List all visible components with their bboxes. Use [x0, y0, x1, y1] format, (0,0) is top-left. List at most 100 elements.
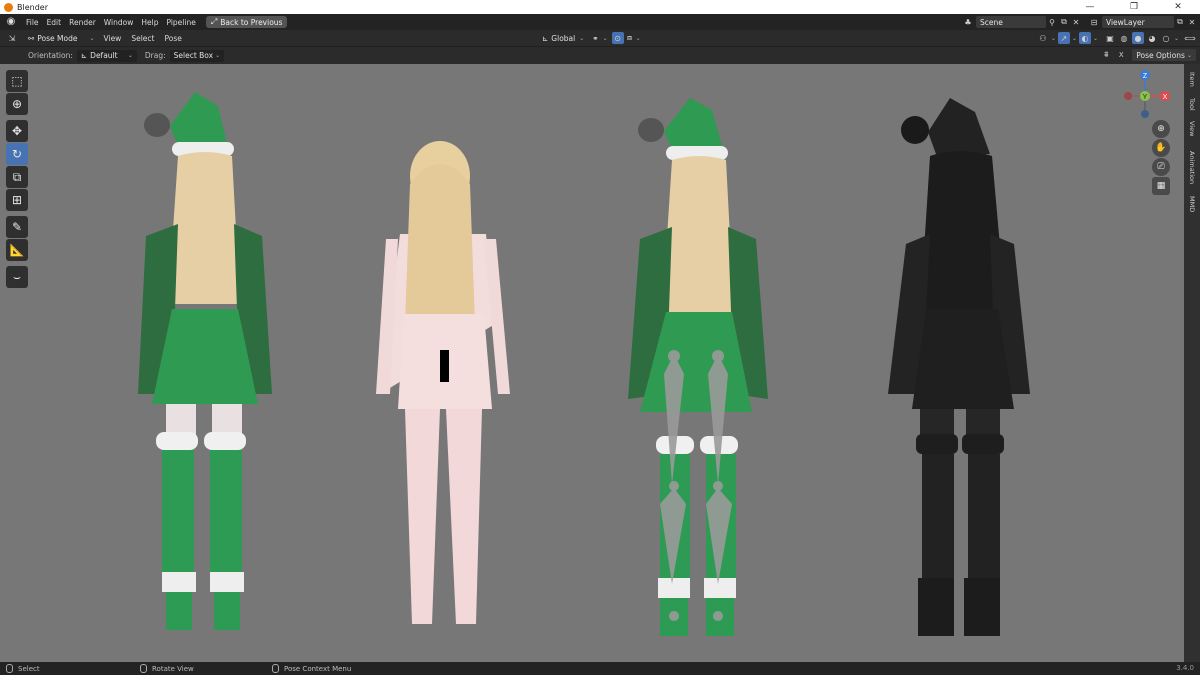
status-context-label: Pose Context Menu [284, 664, 352, 673]
elf-costume-render [138, 92, 272, 630]
material-shading-icon[interactable]: ◕ [1146, 32, 1158, 44]
menu-window[interactable]: Window [100, 18, 138, 27]
menu-file[interactable]: File [22, 18, 43, 27]
pose-options-label: Pose Options [1136, 50, 1185, 60]
transform-tool-icon[interactable]: ⊞ [6, 189, 28, 211]
orientation-global: Global [551, 33, 576, 43]
gizmo-toggle-icon[interactable]: ↗ [1057, 32, 1070, 44]
wireframe-shading-icon[interactable]: ◍ [1118, 32, 1130, 44]
cursor-tool-icon[interactable]: ⊕ [6, 93, 28, 115]
chevron-down-icon: ⌄ [127, 52, 133, 59]
new-scene-icon[interactable]: ⧉ [1058, 16, 1070, 28]
chevron-down-icon: ⌄ [579, 34, 585, 42]
menu-help[interactable]: Help [137, 18, 162, 27]
menu-view[interactable]: View [99, 34, 127, 43]
tab-animation[interactable]: Animation [1186, 148, 1198, 188]
pivot-dropdown[interactable]: ⚭ ⌄ [588, 32, 611, 44]
expand-area-icon[interactable]: ⟺ [1184, 32, 1196, 44]
transform-orientation-dropdown[interactable]: ⊾ Global ⌄ [538, 32, 588, 44]
base-body-render [376, 141, 510, 624]
back-to-previous-label: Back to Previous [220, 17, 283, 27]
mirror-icon[interactable]: ⩩ [1100, 49, 1112, 61]
scale-tool-icon[interactable]: ⧉ [6, 166, 28, 188]
drag-label: Drag: [144, 51, 166, 60]
view-layer-name: ViewLayer [1106, 17, 1145, 27]
axis-icon: ⊾ [542, 33, 549, 43]
scene-field[interactable]: Scene [976, 16, 1046, 28]
tab-view[interactable]: View [1186, 118, 1198, 140]
delete-view-layer-icon[interactable]: ✕ [1186, 16, 1198, 28]
elf-wireframe-render [888, 98, 1030, 636]
tool-settings-bar: Orientation: ⊾ Default ⌄ Drag: Select Bo… [0, 47, 1200, 64]
tab-item[interactable]: Item [1186, 68, 1198, 90]
orientation-value: Default [90, 51, 118, 60]
view-layer-field[interactable]: ViewLayer [1102, 16, 1174, 28]
chevron-down-icon: ⌄ [89, 34, 95, 42]
3d-viewport[interactable]: ⬚ ⊕ ✥ ↻ ⧉ ⊞ ✎ 📐 ⌣ Z Y X ⊕ ✋ ⎚ ▦ [0, 64, 1184, 662]
select-box-tool-icon[interactable]: ⬚ [6, 70, 28, 92]
drag-dropdown[interactable]: Select Box ⌄ [169, 49, 225, 62]
drag-value: Select Box [173, 51, 214, 60]
blender-app-icon [4, 2, 13, 12]
chevron-down-icon: ⌄ [215, 52, 221, 59]
minimize-icon[interactable]: — [1068, 0, 1112, 14]
orientation-label: Orientation: [28, 51, 73, 60]
pose-mode-icon: ⚯ [28, 33, 35, 43]
orientation-dropdown[interactable]: ⊾ Default ⌄ [76, 49, 137, 62]
tab-tool[interactable]: Tool [1186, 94, 1198, 114]
solid-shading-icon[interactable]: ● [1131, 32, 1144, 44]
gizmo-x-label: X [1163, 94, 1168, 101]
rotate-tool-icon[interactable]: ↻ [6, 143, 28, 165]
overlay-toggle-icon[interactable]: ◐ [1078, 32, 1091, 44]
menu-select[interactable]: Select [126, 34, 159, 43]
delete-scene-icon[interactable]: ✕ [1070, 16, 1082, 28]
menu-pose[interactable]: Pose [159, 34, 186, 43]
top-menubar: ◉ File Edit Render Window Help Pipeline … [0, 14, 1200, 30]
fullscreen-back-icon: ⤢ [210, 17, 218, 26]
editor-type-icon[interactable]: ⇲ [6, 32, 18, 44]
menu-edit[interactable]: Edit [43, 18, 66, 27]
scene-icon[interactable]: ♣ [962, 16, 974, 28]
pin-icon[interactable]: ⚲ [1046, 16, 1058, 28]
status-rotate-label: Rotate View [152, 664, 194, 673]
window-titlebar: Blender — ❐ ✕ [0, 0, 1200, 14]
chevron-down-icon: ⌄ [1050, 34, 1056, 42]
visibility-icon[interactable]: ⚇ [1037, 32, 1049, 44]
axis-gizmo[interactable]: Z Y X [1116, 66, 1176, 126]
blender-logo-icon[interactable]: ◉ [4, 16, 18, 28]
move-tool-icon[interactable]: ✥ [6, 120, 28, 142]
camera-view-icon[interactable]: ⎚ [1152, 158, 1170, 176]
mouse-middle-icon [140, 664, 147, 673]
pan-hand-icon[interactable]: ✋ [1152, 139, 1170, 157]
new-view-layer-icon[interactable]: ⧉ [1174, 16, 1186, 28]
zoom-icon[interactable]: ⊕ [1152, 120, 1170, 138]
maximize-icon[interactable]: ❐ [1112, 0, 1156, 14]
rendered-shading-icon[interactable]: ○ [1160, 32, 1172, 44]
chevron-down-icon: ⌄ [1173, 34, 1179, 42]
close-icon[interactable]: ✕ [1156, 0, 1200, 14]
perspective-grid-icon[interactable]: ▦ [1152, 177, 1170, 195]
mode-label: Pose Mode [37, 33, 78, 43]
viewport-header: ⇲ ⚯ Pose Mode ⌄ View Select Pose ⊾ Globa… [0, 30, 1200, 47]
bone-bend-tool-icon[interactable]: ⌣ [6, 266, 28, 288]
snap-target-icon[interactable]: ⧈ [624, 32, 636, 44]
measure-tool-icon[interactable]: 📐 [6, 239, 28, 261]
status-bar: Select Rotate View Pose Context Menu 3.4… [0, 662, 1200, 675]
menu-pipeline[interactable]: Pipeline [162, 18, 199, 27]
scene-name: Scene [980, 17, 1003, 27]
back-to-previous-button[interactable]: ⤢ Back to Previous [205, 16, 288, 28]
snap-toggle-icon[interactable]: ⊙ [611, 32, 624, 44]
pose-options-dropdown[interactable]: Pose Options ⌄ [1132, 49, 1196, 61]
menu-render[interactable]: Render [65, 18, 100, 27]
mode-dropdown[interactable]: ⚯ Pose Mode ⌄ [24, 32, 99, 44]
annotate-tool-icon[interactable]: ✎ [6, 216, 28, 238]
chevron-down-icon: ⌄ [1092, 34, 1098, 42]
xray-toggle-icon[interactable]: ▣ [1104, 32, 1116, 44]
chevron-down-icon: ⌄ [1071, 34, 1077, 42]
x-mirror-toggle[interactable]: X [1115, 49, 1127, 61]
view-layer-icon[interactable]: ⊟ [1088, 16, 1100, 28]
sidebar-tabs: Item Tool View Animation MMD [1184, 64, 1200, 662]
pivot-icon: ⚭ [592, 33, 599, 43]
tab-mmd[interactable]: MMD [1186, 194, 1198, 214]
chevron-down-icon: ⌄ [602, 34, 608, 42]
